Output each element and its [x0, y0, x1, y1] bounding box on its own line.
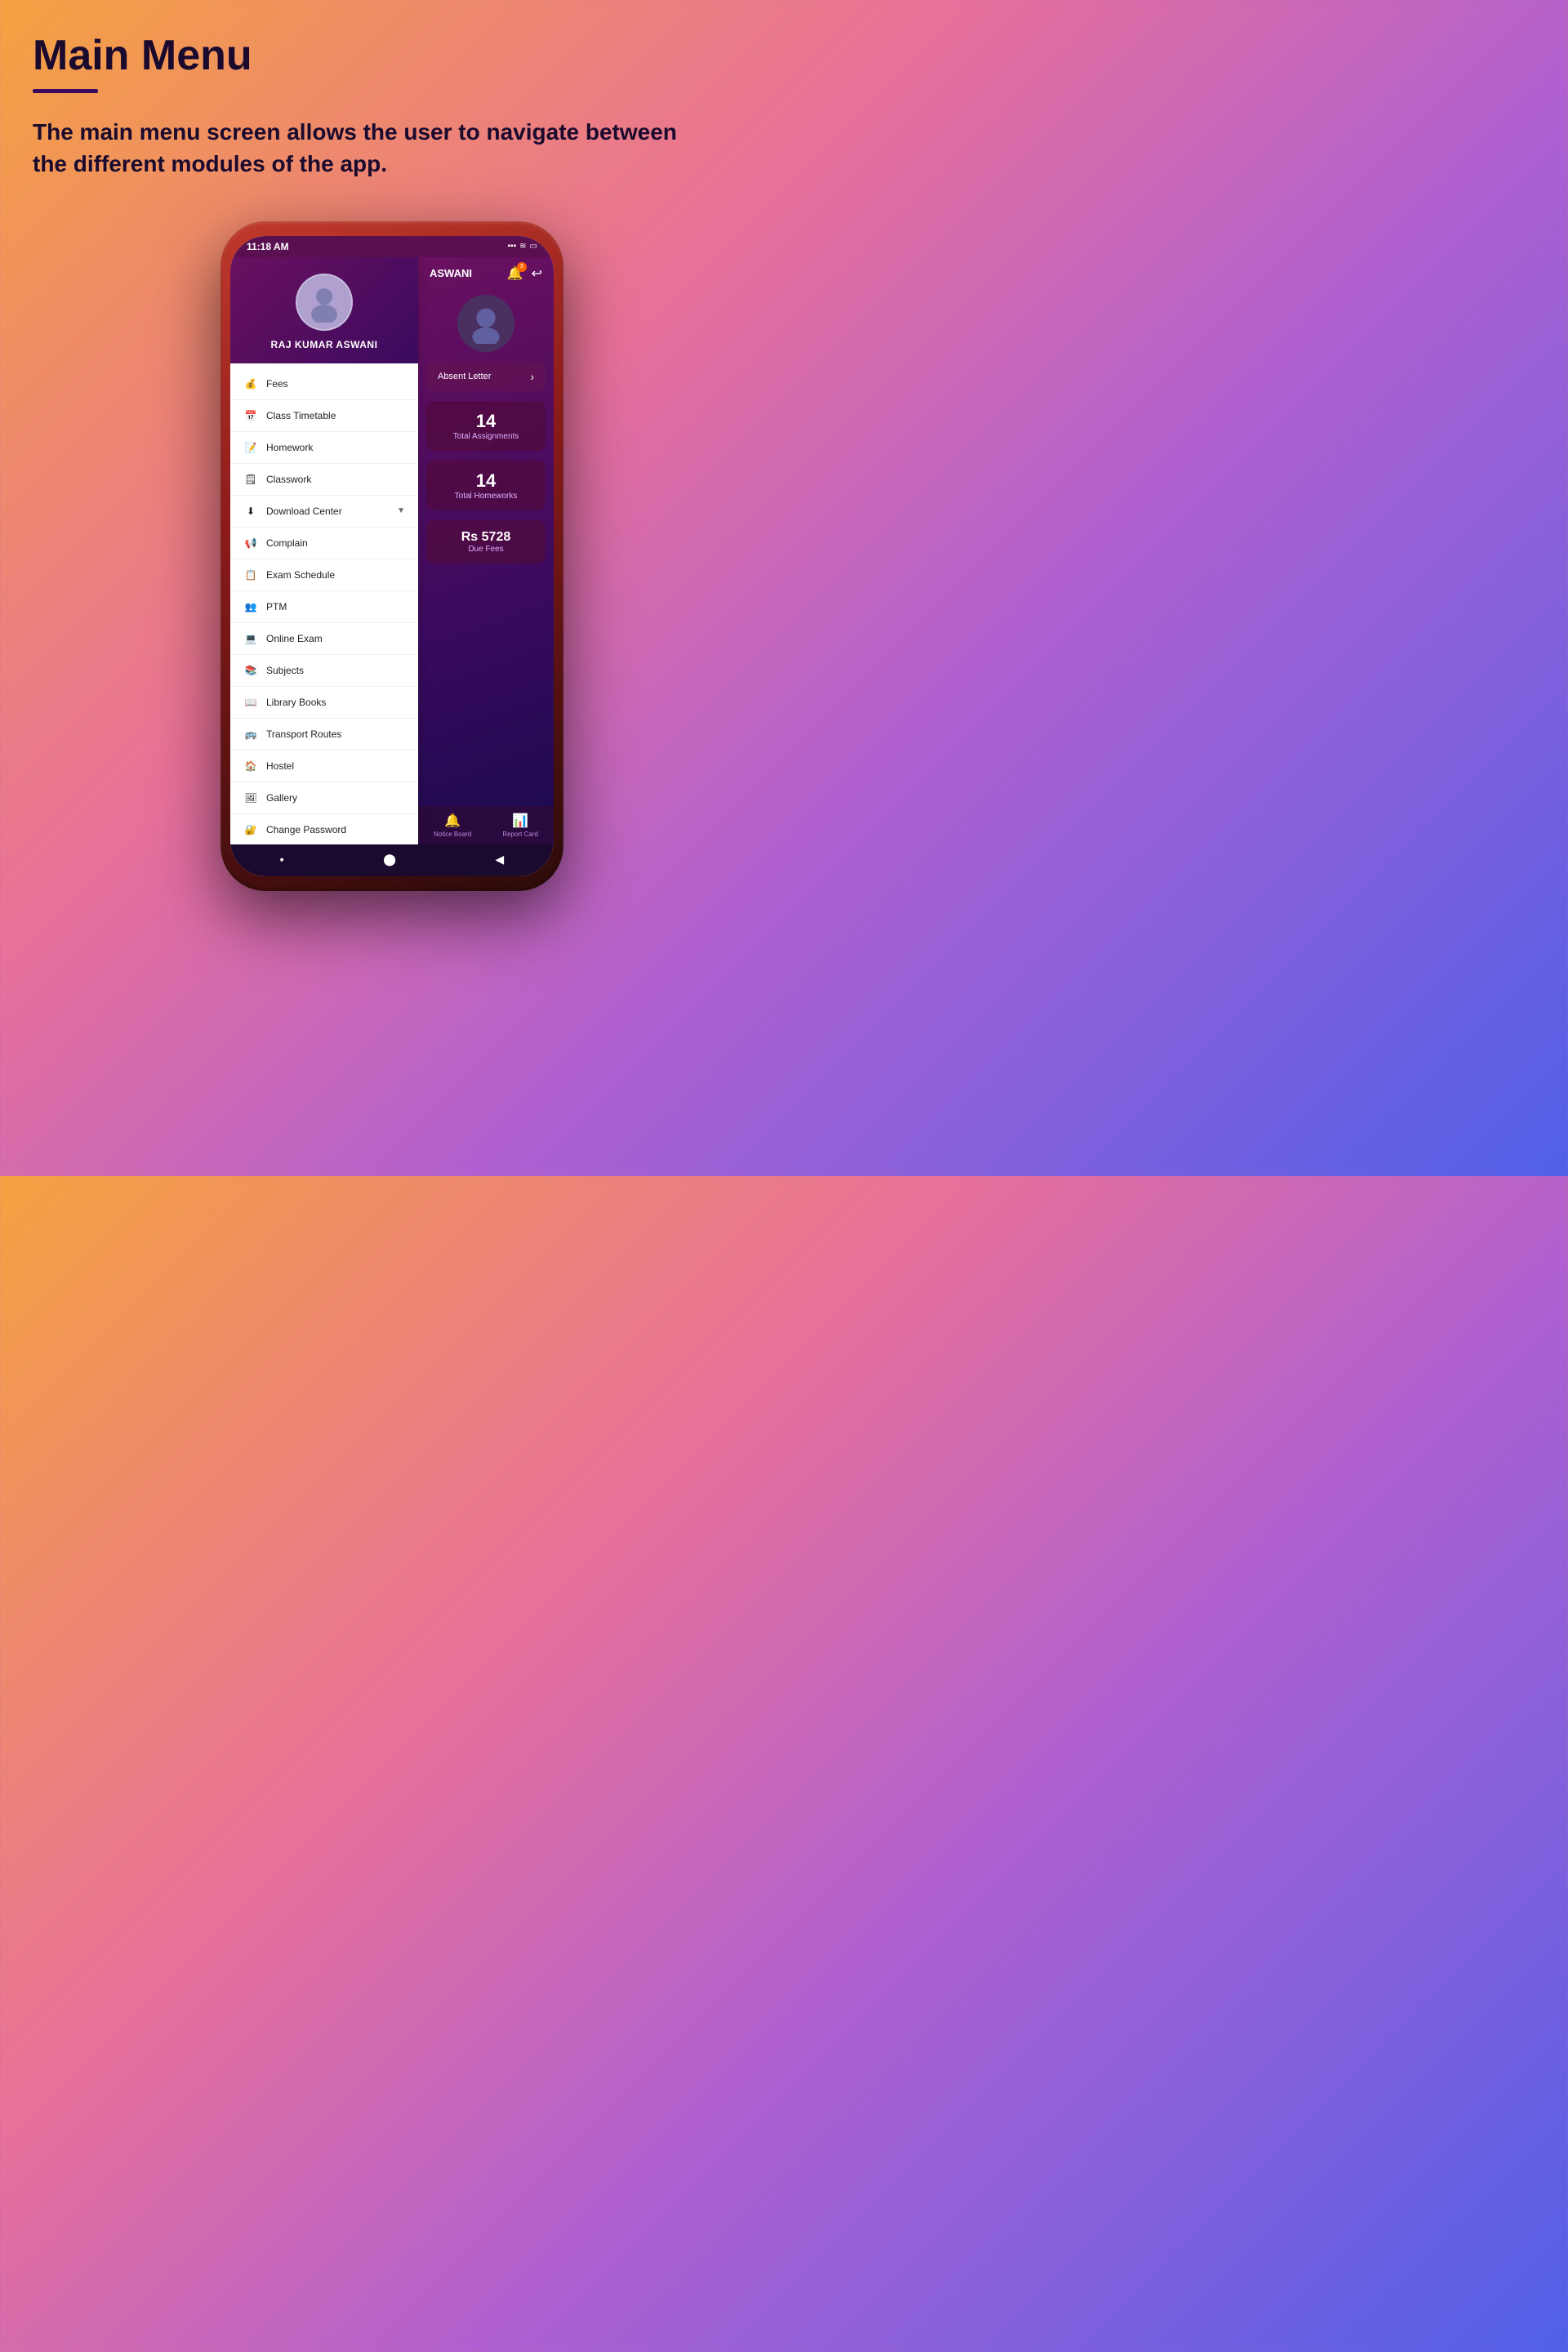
battery-icon: ▭ — [530, 242, 537, 251]
menu-list: Fees Class Timetable Homework — [230, 363, 418, 844]
menu-item-online[interactable]: Online Exam — [230, 623, 418, 655]
menu-item-classwork[interactable]: Classwork — [230, 464, 418, 496]
fees-label: Fees — [266, 378, 288, 390]
android-square-btn[interactable]: ▪ — [280, 853, 284, 866]
absent-letter-card[interactable]: Absent Letter › — [426, 362, 546, 391]
online-label: Online Exam — [266, 633, 323, 644]
notification-button[interactable]: 🔔 3 — [507, 265, 523, 282]
android-nav-bar: ▪ ⬤ ◀ — [230, 844, 554, 876]
android-back-btn[interactable]: ◀ — [495, 853, 504, 866]
page-subtitle: The main menu screen allows the user to … — [33, 116, 702, 180]
page-wrapper: Main Menu The main menu screen allows th… — [0, 0, 784, 924]
menu-item-subjects[interactable]: Subjects — [230, 655, 418, 687]
ptm-icon — [243, 599, 258, 614]
ptm-label: PTM — [266, 601, 287, 612]
homeworks-card[interactable]: 14 Total Homeworks — [426, 461, 546, 510]
library-icon — [243, 695, 258, 710]
drawer-avatar — [296, 274, 353, 331]
content-avatar — [457, 295, 514, 352]
fees-card[interactable]: Rs 5728 Due Fees — [426, 520, 546, 564]
nav-notice-board[interactable]: 🔔 Notice Board — [434, 813, 471, 838]
drawer-menu: RAJ KUMAR ASWANI Fees Class Timetable — [230, 257, 418, 844]
download-label: Download Center — [266, 506, 342, 517]
status-time: 11:18 AM — [247, 241, 289, 252]
nav-report-card[interactable]: 📊 Report Card — [502, 813, 538, 838]
homework-label: Homework — [266, 442, 313, 453]
absent-letter-label: Absent Letter — [438, 372, 491, 381]
menu-item-hostel[interactable]: Hostel — [230, 751, 418, 782]
fees-icon — [243, 376, 258, 391]
assignments-value: 14 — [438, 411, 534, 432]
report-card-icon: 📊 — [512, 813, 528, 829]
online-icon — [243, 631, 258, 646]
timetable-label: Class Timetable — [266, 410, 336, 421]
password-label: Change Password — [266, 824, 346, 835]
screen-body: RAJ KUMAR ASWANI Fees Class Timetable — [230, 257, 554, 844]
chevron-down-icon: ▼ — [397, 506, 405, 515]
drawer-header: RAJ KUMAR ASWANI — [230, 257, 418, 363]
android-home-btn[interactable]: ⬤ — [383, 853, 396, 866]
subjects-label: Subjects — [266, 665, 304, 676]
menu-item-fees[interactable]: Fees — [230, 368, 418, 400]
menu-item-timetable[interactable]: Class Timetable — [230, 400, 418, 432]
gallery-icon — [243, 791, 258, 805]
menu-item-gallery[interactable]: Gallery — [230, 782, 418, 814]
hostel-label: Hostel — [266, 760, 294, 772]
classwork-label: Classwork — [266, 474, 311, 485]
assignments-label: Total Assignments — [438, 432, 534, 441]
menu-item-transport[interactable]: Transport Routes — [230, 719, 418, 751]
report-card-label: Report Card — [502, 831, 538, 838]
menu-item-password[interactable]: Change Password — [230, 814, 418, 844]
fees-value: Rs 5728 — [438, 530, 534, 545]
homeworks-value: 14 — [438, 470, 534, 492]
bottom-nav: 🔔 Notice Board 📊 Report Card — [418, 806, 554, 844]
subjects-icon — [243, 663, 258, 678]
content-user-name: ASWANI — [430, 267, 472, 279]
menu-item-library[interactable]: Library Books — [230, 687, 418, 719]
library-label: Library Books — [266, 697, 326, 708]
download-icon — [243, 504, 258, 519]
status-bar: 11:18 AM ▪▪▪ ≋ ▭ — [230, 236, 554, 257]
menu-item-homework[interactable]: Homework — [230, 432, 418, 464]
password-icon — [243, 822, 258, 837]
content-pane: ASWANI 🔔 3 ↩ — [418, 257, 554, 844]
exam-label: Exam Schedule — [266, 569, 335, 581]
phone-mockup: 11:18 AM ▪▪▪ ≋ ▭ — [220, 221, 564, 891]
drawer-user-name: RAJ KUMAR ASWANI — [271, 339, 378, 350]
content-avatar-icon — [466, 303, 506, 344]
complain-label: Complain — [266, 537, 308, 549]
wifi-icon: ≋ — [519, 242, 526, 251]
notification-badge: 3 — [517, 262, 527, 272]
gallery-label: Gallery — [266, 792, 297, 804]
homework-icon — [243, 440, 258, 455]
assignments-card[interactable]: 14 Total Assignments — [426, 401, 546, 451]
menu-item-ptm[interactable]: PTM — [230, 591, 418, 623]
header-icons: 🔔 3 ↩ — [507, 265, 542, 282]
logout-button[interactable]: ↩ — [532, 265, 542, 282]
exam-icon — [243, 568, 258, 582]
status-icons: ▪▪▪ ≋ ▭ — [508, 242, 537, 251]
fees-label: Due Fees — [438, 545, 534, 554]
transport-icon — [243, 727, 258, 742]
timetable-icon — [243, 408, 258, 423]
notice-board-label: Notice Board — [434, 831, 471, 838]
menu-item-download[interactable]: Download Center ▼ — [230, 496, 418, 528]
menu-item-exam[interactable]: Exam Schedule — [230, 559, 418, 591]
page-title: Main Menu — [33, 33, 751, 79]
content-header: ASWANI 🔔 3 ↩ — [418, 257, 554, 290]
transport-label: Transport Routes — [266, 728, 341, 740]
classwork-icon — [243, 472, 258, 487]
phone-screen: 11:18 AM ▪▪▪ ≋ ▭ — [230, 236, 554, 876]
title-underline — [33, 89, 98, 93]
hostel-icon — [243, 759, 258, 773]
homeworks-label: Total Homeworks — [438, 492, 534, 501]
phone-container: 11:18 AM ▪▪▪ ≋ ▭ — [33, 221, 751, 924]
complain-icon — [243, 536, 258, 550]
menu-item-complain[interactable]: Complain — [230, 528, 418, 559]
notice-board-icon: 🔔 — [444, 813, 461, 829]
signal-icon: ▪▪▪ — [508, 242, 517, 251]
arrow-right-icon: › — [530, 370, 534, 383]
avatar-icon — [304, 282, 345, 323]
